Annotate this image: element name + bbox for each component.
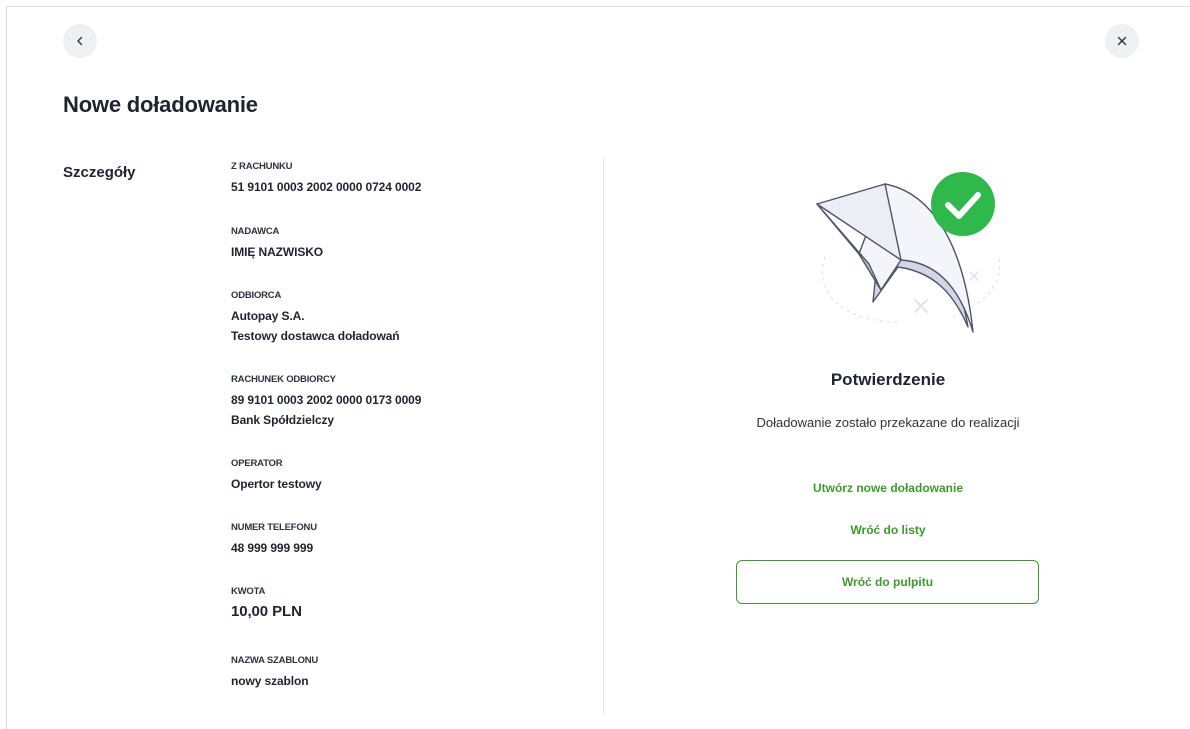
field-template-name: NAZWA SZABLONU nowy szablon xyxy=(231,655,318,688)
field-amount: KWOTA 10,00 PLN xyxy=(231,586,302,620)
field-value: nowy szablon xyxy=(231,674,309,688)
field-value: 48 999 999 999 xyxy=(231,541,314,555)
confirmation-message: Doładowanie zostało przekazane do realiz… xyxy=(756,415,1020,430)
details-section-label: Szczegóły xyxy=(63,164,136,181)
field-operator: OPERATOR Opertor testowy xyxy=(231,458,322,491)
field-value: Opertor testowy xyxy=(231,477,322,491)
confirmation-title: Potwierdzenie xyxy=(830,370,946,389)
column-divider xyxy=(603,158,604,714)
back-to-dashboard-button[interactable]: Wróć do pulpitu xyxy=(736,560,1039,604)
new-topup-link[interactable]: Utwórz nowe doładowanie xyxy=(603,481,1173,495)
field-value: 89 9101 0003 2002 0000 0173 0009 xyxy=(231,393,422,407)
field-sender: NADAWCA IMIĘ NAZWISKO xyxy=(231,226,323,259)
field-from-account: Z RACHUNKU 51 9101 0003 2002 0000 0724 0… xyxy=(231,161,421,194)
field-value: 51 9101 0003 2002 0000 0724 0002 xyxy=(231,180,422,194)
back-button[interactable] xyxy=(63,24,97,58)
field-phone-number: NUMER TELEFONU 48 999 999 999 xyxy=(231,522,317,555)
field-value: Testowy dostawca doładowań xyxy=(231,329,400,343)
field-label: OPERATOR xyxy=(231,458,283,469)
chevron-left-icon xyxy=(77,36,83,46)
field-label: ODBIORCA xyxy=(231,290,282,301)
field-value: 10,00 PLN xyxy=(231,603,302,620)
page-title: Nowe doładowanie xyxy=(63,92,258,117)
field-label: NADAWCA xyxy=(231,226,280,237)
field-recipient-account: RACHUNEK ODBIORCY 89 9101 0003 2002 0000… xyxy=(231,374,421,427)
field-recipient: ODBIORCA Autopay S.A. Testowy dostawca d… xyxy=(231,290,400,343)
field-label: NAZWA SZABLONU xyxy=(231,655,319,666)
close-button[interactable] xyxy=(1105,24,1139,58)
field-value: Bank Spółdzielczy xyxy=(231,413,334,427)
arrow-success-icon xyxy=(816,172,1001,333)
field-label: NUMER TELEFONU xyxy=(231,522,317,533)
back-to-list-link[interactable]: Wróć do listy xyxy=(603,523,1173,537)
field-value: Autopay S.A. xyxy=(231,309,305,323)
main-panel: Nowe doładowanie Szczegóły Z RACHUNKU 51… xyxy=(6,6,1190,729)
close-icon xyxy=(1117,36,1127,46)
field-label: RACHUNEK ODBIORCY xyxy=(231,374,336,385)
field-label: KWOTA xyxy=(231,586,266,597)
field-label: Z RACHUNKU xyxy=(231,161,293,172)
field-value: IMIĘ NAZWISKO xyxy=(231,245,324,259)
